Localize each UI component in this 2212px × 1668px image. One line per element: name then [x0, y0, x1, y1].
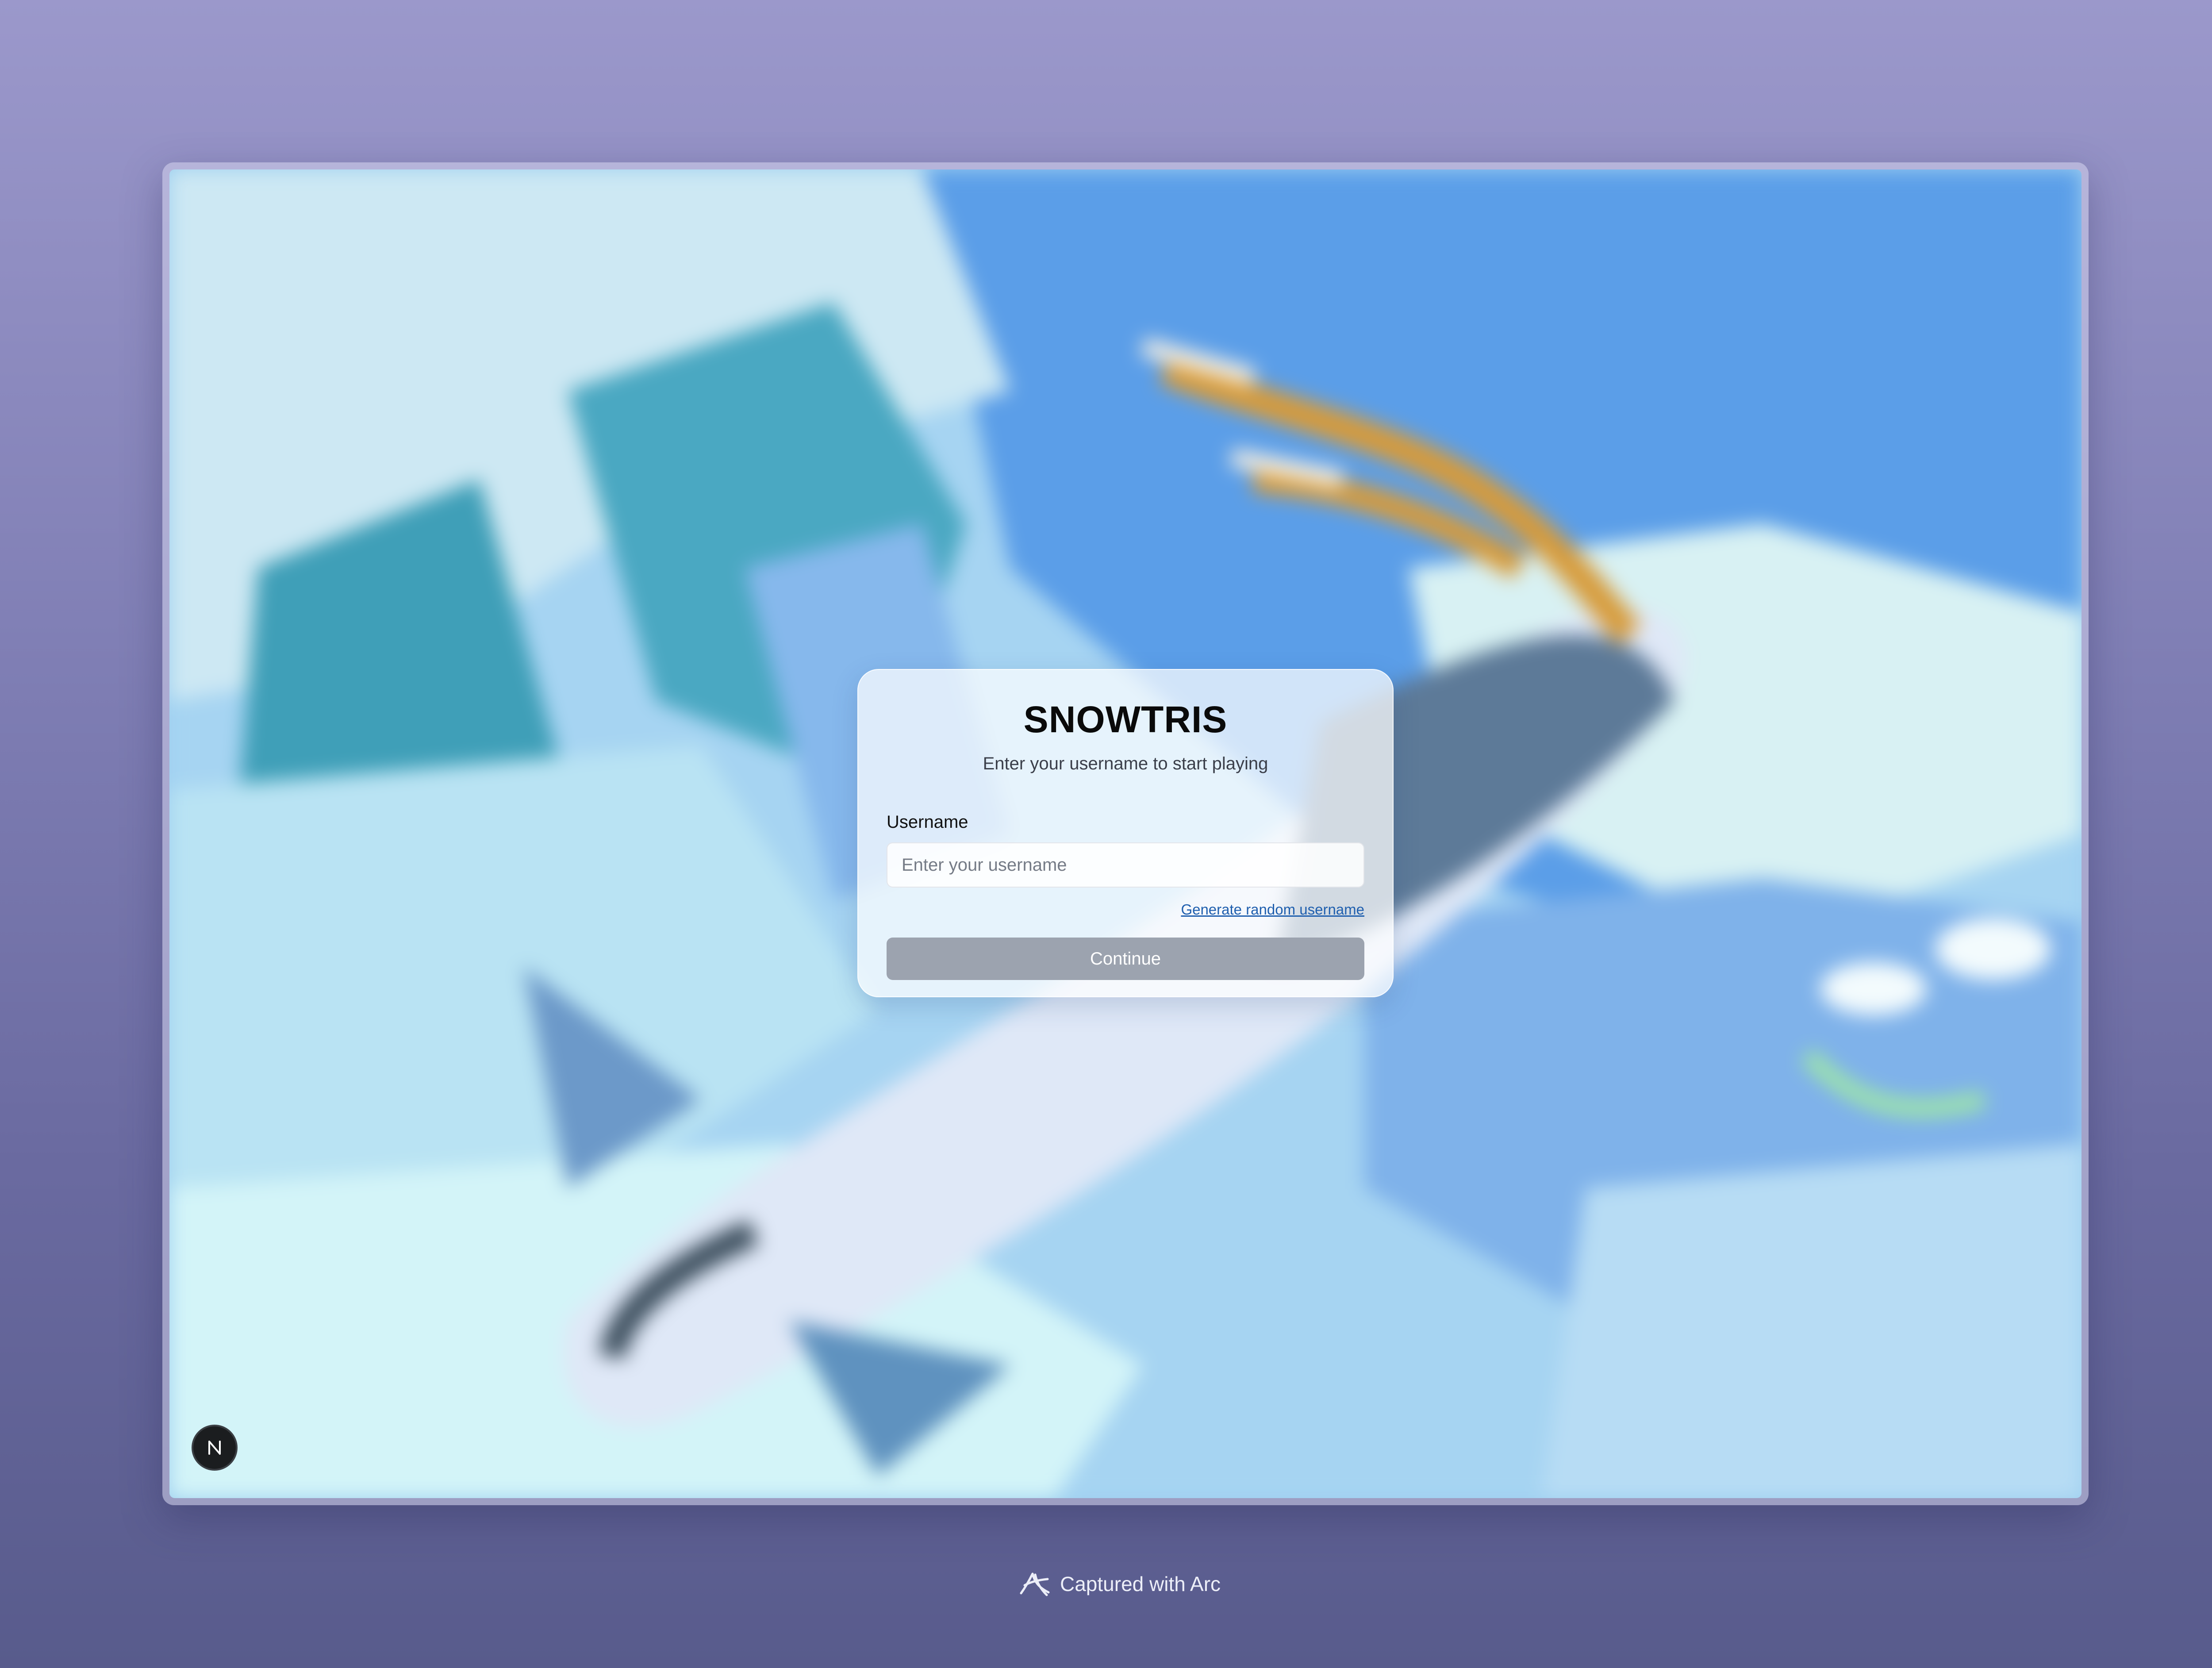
- arc-logo-icon: [1018, 1569, 1052, 1599]
- continue-button[interactable]: Continue: [887, 938, 1364, 980]
- next-badge[interactable]: [192, 1425, 238, 1471]
- game-viewport: SNOWTRIS Enter your username to start pl…: [169, 169, 2081, 1498]
- username-label: Username: [887, 812, 968, 832]
- login-card: SNOWTRIS Enter your username to start pl…: [857, 669, 1394, 997]
- username-input[interactable]: [887, 842, 1364, 888]
- arc-capture-caption: Captured with Arc: [1018, 1566, 1239, 1602]
- generate-random-username-link[interactable]: Generate random username: [1181, 901, 1364, 918]
- random-link-row: Generate random username: [887, 901, 1364, 922]
- arc-caption-text: Captured with Arc: [1060, 1572, 1221, 1595]
- game-title: SNOWTRIS: [1023, 699, 1228, 740]
- next-badge-icon: [208, 1441, 221, 1455]
- browser-window: SNOWTRIS Enter your username to start pl…: [162, 162, 2089, 1505]
- login-subtitle: Enter your username to start playing: [983, 754, 1268, 773]
